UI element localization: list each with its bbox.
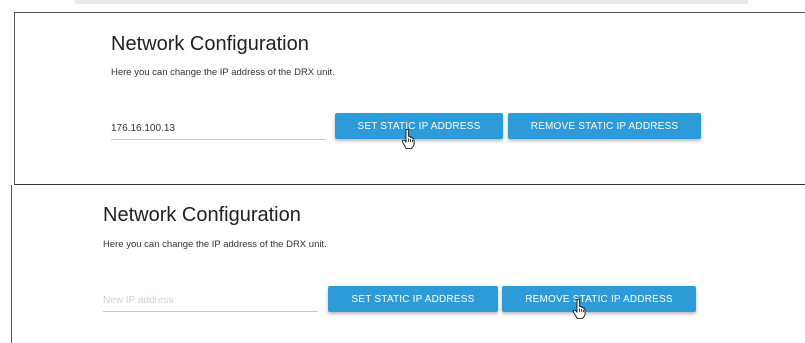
page-title: Network Configuration: [103, 204, 301, 226]
top-divider-strip: [75, 0, 748, 4]
ip-address-input[interactable]: [103, 289, 318, 312]
page-description: Here you can change the IP address of th…: [111, 67, 335, 78]
page-description: Here you can change the IP address of th…: [103, 239, 327, 250]
page-title: Network Configuration: [111, 33, 309, 55]
network-config-panel-after: Network Configuration Here you can chang…: [11, 185, 805, 343]
hand-pointer-icon: [401, 129, 415, 149]
network-config-panel-before: Network Configuration Here you can chang…: [14, 12, 805, 185]
screenshot-stage: Network Configuration Here you can chang…: [0, 0, 805, 343]
set-static-ip-button[interactable]: SET STATIC IP ADDRESS: [335, 113, 503, 139]
ip-address-input[interactable]: [111, 117, 326, 140]
remove-static-ip-button[interactable]: REMOVE STATIC IP ADDRESS: [508, 113, 701, 139]
remove-static-ip-button[interactable]: REMOVE STATIC IP ADDRESS: [502, 286, 696, 312]
set-static-ip-button[interactable]: SET STATIC IP ADDRESS: [328, 286, 498, 312]
hand-pointer-icon: [572, 299, 586, 319]
